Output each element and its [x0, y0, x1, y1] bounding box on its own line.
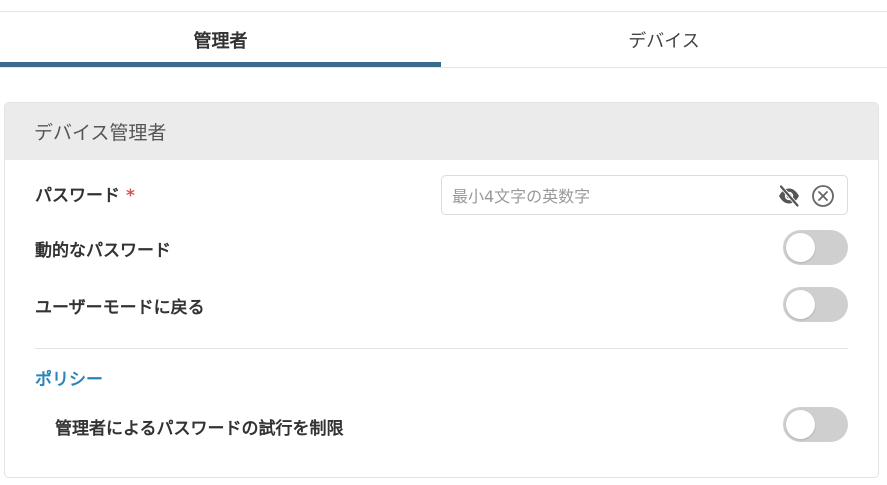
return-user-mode-label: ユーザーモードに戻る	[35, 298, 205, 318]
toggle-knob	[786, 290, 815, 319]
tab-device[interactable]: デバイス	[441, 12, 887, 68]
active-tab-indicator	[0, 62, 441, 67]
card-title: デバイス管理者	[5, 103, 878, 160]
limit-password-attempts-label: 管理者によるパスワードの試行を制限	[55, 419, 344, 439]
close-circle-icon[interactable]	[811, 184, 835, 208]
required-mark: *	[126, 186, 135, 206]
policy-section-title: ポリシー	[35, 370, 103, 390]
dynamic-password-label: 動的なパスワード	[35, 241, 171, 261]
section-divider	[35, 348, 848, 349]
eye-slash-icon[interactable]	[776, 183, 802, 209]
password-label-text: パスワード	[35, 186, 120, 206]
return-user-mode-toggle[interactable]	[783, 287, 848, 322]
password-input[interactable]	[452, 184, 762, 208]
password-label: パスワード *	[35, 181, 135, 206]
password-field	[441, 175, 848, 215]
device-admin-card: デバイス管理者 パスワード * 動的なパスワード ユーザーモードに戻る ポリシー …	[4, 102, 879, 478]
tab-admin[interactable]: 管理者	[0, 12, 441, 68]
limit-password-attempts-toggle[interactable]	[783, 407, 848, 442]
toggle-knob	[786, 233, 815, 262]
tab-bar: 管理者 デバイス	[0, 12, 887, 68]
dynamic-password-toggle[interactable]	[783, 230, 848, 265]
toggle-knob	[786, 410, 815, 439]
